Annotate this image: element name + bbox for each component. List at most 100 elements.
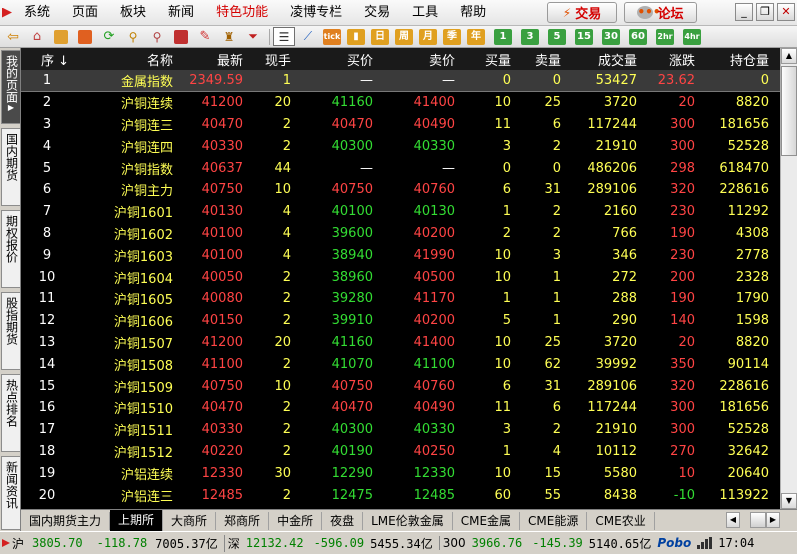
table-cell: 6 [552,116,561,132]
column-header[interactable]: 成交量 [565,48,641,70]
menu-item[interactable]: 板块 [110,0,158,26]
menu-item[interactable]: 工具 [402,0,450,26]
bottom-tab[interactable]: CME金属 [453,511,521,530]
minute-period-button[interactable]: 60 [627,27,649,46]
refresh-icon[interactable]: ⟳ [98,27,120,46]
left-tab[interactable]: 新闻资讯 [1,456,20,530]
minute-period-button[interactable]: 2hr [654,27,676,46]
bottom-tab[interactable]: LME伦敦金属 [363,511,453,530]
table-row[interactable]: 13 沪铜1507 41200 20 41160 41400 10 25 3720 20 8820-… [21,332,780,354]
zoom-icon[interactable]: ⚲ [146,27,168,46]
menu-item[interactable]: 新闻 [158,0,206,26]
period-button[interactable]: 季 [441,27,463,46]
table-row[interactable]: 11 沪铜1605 40080 2 39280 41170 1 1 288 190 1790 [21,288,780,310]
column-header[interactable]: 卖量 [515,48,565,70]
table-row[interactable]: 10 沪铜1604 40050 2 38960 40500 10 1 272 200 2328 [21,266,780,288]
tab-scroll-left-icon[interactable]: ◀ [726,512,740,528]
tab-scroll-thumb[interactable] [750,512,766,528]
scroll-up-arrow-icon[interactable]: ▲ [781,48,797,64]
left-tab[interactable]: 股指期货 [1,292,20,370]
bottom-tab[interactable]: 郑商所 [216,511,270,530]
minimize-button[interactable]: _ [735,3,753,21]
left-tab[interactable]: 期权报价 [1,210,20,288]
table-row[interactable]: 17 沪铜1511 40330 2 40300 40330 3 2 21910 300 525281… [21,419,780,441]
period-button[interactable]: 周 [393,27,415,46]
minute-period-button[interactable]: 1 [492,27,514,46]
bottom-tab[interactable]: CME能源 [520,511,588,530]
bottom-tab[interactable]: 夜盘 [322,511,364,530]
filter-icon[interactable]: ⏷ [242,27,264,46]
chart-icon[interactable] [74,27,96,46]
column-header[interactable]: 涨跌 [641,48,699,70]
minute-period-button[interactable]: 15 [573,27,595,46]
table-cell: 沪铜1601 [113,206,173,222]
scroll-down-arrow-icon[interactable]: ▼ [781,493,797,509]
table-row[interactable]: 15 沪铜1509 40750 10 40750 40760 6 31 289106 320 228… [21,375,780,397]
column-header[interactable]: 仓 [773,48,780,70]
bottom-tab[interactable]: 中金所 [269,511,323,530]
menu-item[interactable]: 交易 [354,0,402,26]
bottom-tab[interactable]: CME农业 [587,511,655,530]
table-row[interactable]: 6 沪铜主力 40750 10 40750 40760 6 31 289106 320 228616… [21,179,780,201]
table-row[interactable]: 2 沪铜连续 41200 20 41160 41400 10 25 3720 20 8820 -17 [21,92,780,114]
table-row[interactable]: 4 沪铜连四 40330 2 40300 40330 3 2 21910 300 5252810 [21,135,780,157]
column-header[interactable]: 买价 [295,48,377,70]
table-row[interactable]: 18 沪铜1512 40220 2 40190 40250 1 4 10112 270 326421… [21,441,780,463]
menu-item[interactable]: 页面 [62,0,110,26]
table-row[interactable]: 3 沪铜连三 40470 2 40470 40490 11 6 117244 300 1816566… [21,114,780,136]
menu-item[interactable]: 系统 [14,0,62,26]
column-header[interactable]: 买量 [459,48,515,70]
column-header[interactable]: 序 ↓ [21,48,73,70]
quote-list-icon[interactable]: ☰ [273,27,295,46]
column-header[interactable]: 卖价 [377,48,459,70]
table-row[interactable]: 19 沪铝连续 12330 30 12290 12330 10 15 5580 10 20640-3… [21,462,780,484]
back-arrow-icon[interactable]: ⇦ [2,27,24,46]
period-button[interactable]: 日 [369,27,391,46]
close-button[interactable]: ✕ [777,3,795,21]
table-row[interactable]: 16 沪铜1510 40470 2 40470 40490 11 6 117244 300 1816… [21,397,780,419]
home-icon[interactable]: ⌂ [26,27,48,46]
pen-icon[interactable]: ✎ [194,27,216,46]
scrollbar-thumb[interactable] [781,66,797,156]
line-chart-icon[interactable]: ⟋ [297,27,319,46]
table-row[interactable]: 14 沪铜1508 41100 2 41070 41100 10 62 39992 350 9011… [21,353,780,375]
table-row[interactable]: 20 沪铝连三 12485 2 12475 12485 60 55 8438 -10 1139222… [21,484,780,506]
database-icon[interactable] [50,27,72,46]
minute-period-button[interactable]: 5 [546,27,568,46]
table-row[interactable]: 9 沪铜1603 40100 4 38940 41990 10 3 346 230 2778 [21,244,780,266]
forum-button[interactable]: ••• 论坛 [624,2,697,23]
bottom-tab[interactable]: 大商所 [163,511,217,530]
table-cell: 300 [670,138,695,154]
column-header[interactable]: 持仓量 [699,48,773,70]
left-tab[interactable]: 我的页面 ▶ [1,50,20,124]
restore-button[interactable]: ❐ [756,3,774,21]
minute-chart-icon[interactable]: ▮ [345,27,367,46]
table-row[interactable]: 7沪铜16014013044010040130122160230112922 [21,201,780,223]
table-row[interactable]: 1 金属指数 2349.59 1— —0 0 53427 23.62 0 [21,70,780,92]
bottom-tab[interactable]: 国内期货主力 [21,511,111,530]
menu-item[interactable]: 凌博专栏 [280,0,354,26]
menu-item[interactable]: 帮助 [450,0,498,26]
left-tab[interactable]: 国内期货 [1,128,20,206]
tick-chart-icon[interactable]: tick [321,27,343,46]
period-button[interactable]: 年 [465,27,487,46]
column-header[interactable]: 名称 [73,48,177,70]
column-header[interactable]: 现手 [247,48,295,70]
table-row[interactable]: 8 沪铜1602 40100 4 39600 40200 2 2 766 190 4308 [21,223,780,245]
table-row[interactable]: 5 沪铜指数 40637 44 — — 0 0 486206 298 61847039 [21,157,780,179]
tab-scroll-right-icon[interactable]: ▶ [766,512,780,528]
vertical-scrollbar[interactable]: ▲ ▼ [780,48,797,509]
column-header[interactable]: 最新 [177,48,247,70]
period-button[interactable]: 月 [417,27,439,46]
search-icon[interactable]: ⚲ [122,27,144,46]
money-bag-icon[interactable]: ♜ [218,27,240,46]
bottom-tab[interactable]: 上期所 [110,510,164,531]
trade-button[interactable]: ⚡ 交易 [547,2,617,23]
table-row[interactable]: 12沪铜160640150239910402005129014015981 [21,310,780,332]
minute-period-button[interactable]: 30 [600,27,622,46]
window-icon[interactable] [170,27,192,46]
minute-period-button[interactable]: 3 [519,27,541,46]
minute-period-button[interactable]: 4hr [681,27,703,46]
menu-item[interactable]: 特色功能 [206,0,280,26]
left-tab[interactable]: 热点排名 [1,374,20,452]
